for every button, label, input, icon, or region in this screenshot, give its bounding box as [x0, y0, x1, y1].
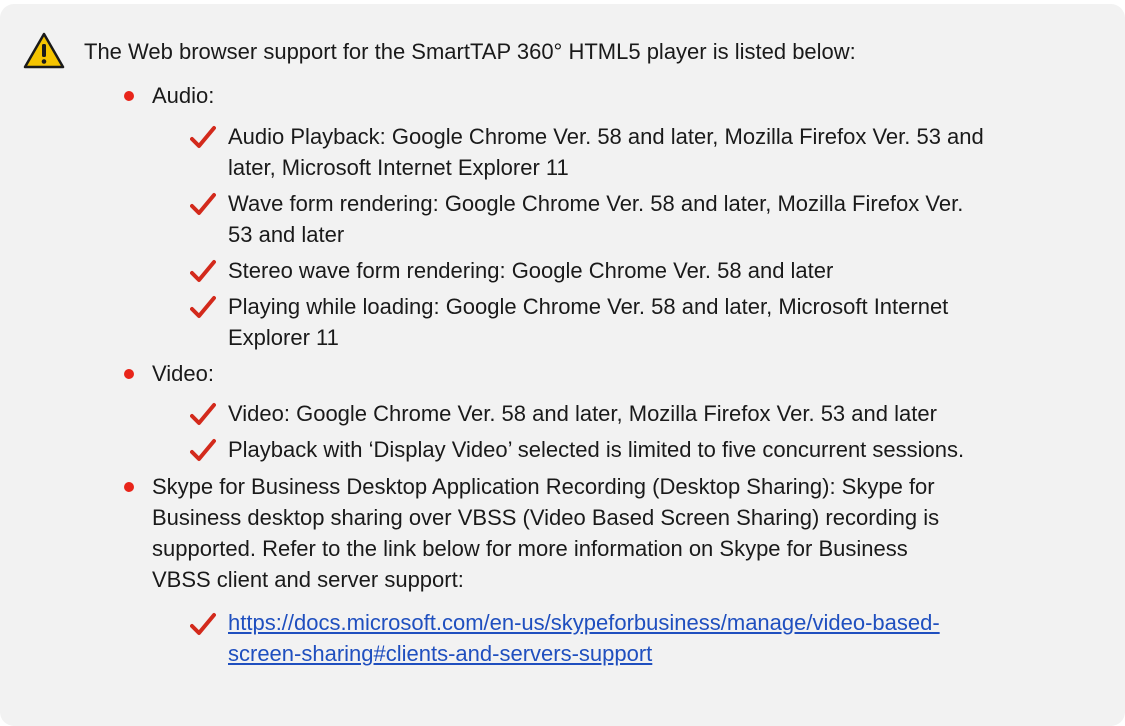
skype-link-line1[interactable]: https://docs.microsoft.com/en-us/skypefo…: [228, 607, 940, 638]
checkmark-icon: [190, 126, 216, 148]
bullet-dot-icon: [124, 369, 134, 379]
skype-link-line2[interactable]: screen-sharing#clients-and-servers-suppo…: [228, 638, 652, 669]
section-label-video: Video:: [152, 361, 214, 386]
checkmark-icon: [190, 613, 216, 635]
skype-line-2: Business desktop sharing over VBSS (Vide…: [152, 505, 940, 530]
warning-triangle-icon: [23, 32, 65, 69]
audio-item-3-line1: Stereo wave form rendering: Google Chrom…: [228, 258, 834, 283]
audio-item-2-line2: 53 and later: [228, 222, 345, 247]
docs-link[interactable]: https://docs.microsoft.com/en-us/skypefo…: [228, 610, 940, 635]
audio-item-4-line2: Explorer 11: [228, 325, 339, 350]
checkmark-icon: [190, 260, 216, 282]
video-item-1-line1: Video: Google Chrome Ver. 58 and later, …: [228, 401, 937, 426]
checkmark-icon: [190, 403, 216, 425]
checkmark-icon: [190, 296, 216, 318]
audio-item-1-line2: later, Microsoft Internet Explorer 11: [228, 155, 569, 180]
skype-line-1: Skype for Business Desktop Application R…: [152, 474, 935, 499]
audio-item-4-line1: Playing while loading: Google Chrome Ver…: [228, 294, 949, 319]
section-label-audio: Audio:: [152, 83, 215, 108]
bullet-dot-icon: [124, 482, 134, 492]
video-item-2-line1: Playback with ‘Display Video’ selected i…: [228, 437, 965, 462]
audio-item-1-line1: Audio Playback: Google Chrome Ver. 58 an…: [228, 124, 984, 149]
skype-line-4: VBSS client and server support:: [152, 567, 464, 592]
checkmark-icon: [190, 439, 216, 461]
docs-link-continued[interactable]: screen-sharing#clients-and-servers-suppo…: [228, 641, 652, 666]
checkmark-icon: [190, 193, 216, 215]
audio-item-2-line1: Wave form rendering: Google Chrome Ver. …: [228, 191, 964, 216]
bullet-dot-icon: [124, 91, 134, 101]
skype-line-3: supported. Refer to the link below for m…: [152, 536, 908, 561]
intro-text: The Web browser support for the SmartTAP…: [84, 39, 856, 64]
